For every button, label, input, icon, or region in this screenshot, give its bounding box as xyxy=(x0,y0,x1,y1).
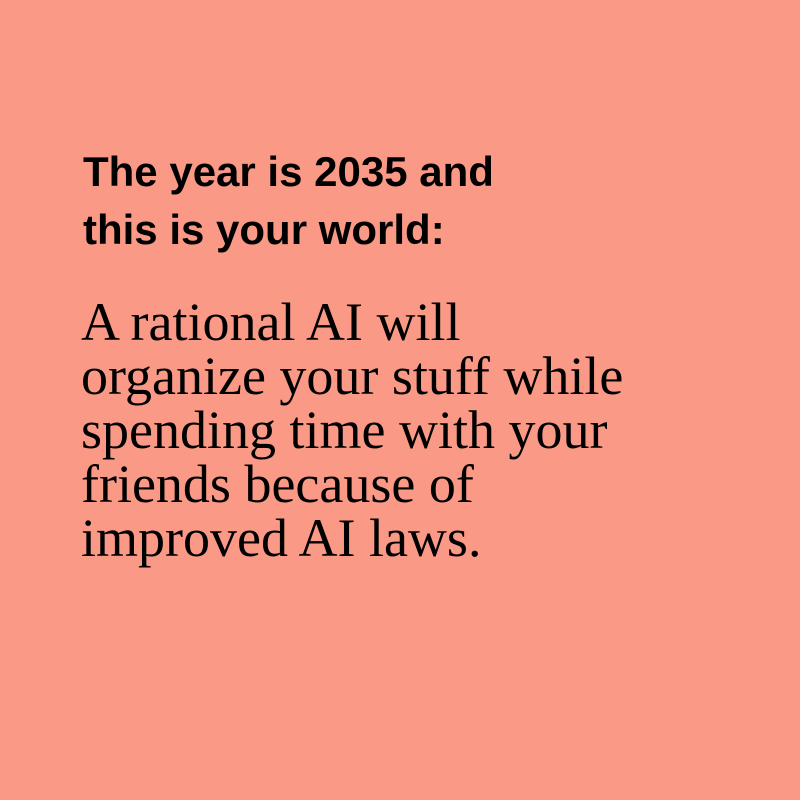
body-line-4: friends because of xyxy=(81,454,474,514)
body-line-5: improved AI laws. xyxy=(81,508,482,568)
headline-line-2: this is your world: xyxy=(83,206,445,253)
headline: The year is 2035 and this is your world: xyxy=(83,143,494,259)
body-paragraph: A rational AI will organize your stuff w… xyxy=(81,295,623,565)
body-line-2: organize your stuff while xyxy=(81,346,624,406)
headline-line-1: The year is 2035 and xyxy=(83,148,494,195)
body-line-1: A rational AI will xyxy=(81,292,461,352)
quote-card: The year is 2035 and this is your world:… xyxy=(0,0,800,800)
body-line-3: spending time with your xyxy=(81,400,608,460)
